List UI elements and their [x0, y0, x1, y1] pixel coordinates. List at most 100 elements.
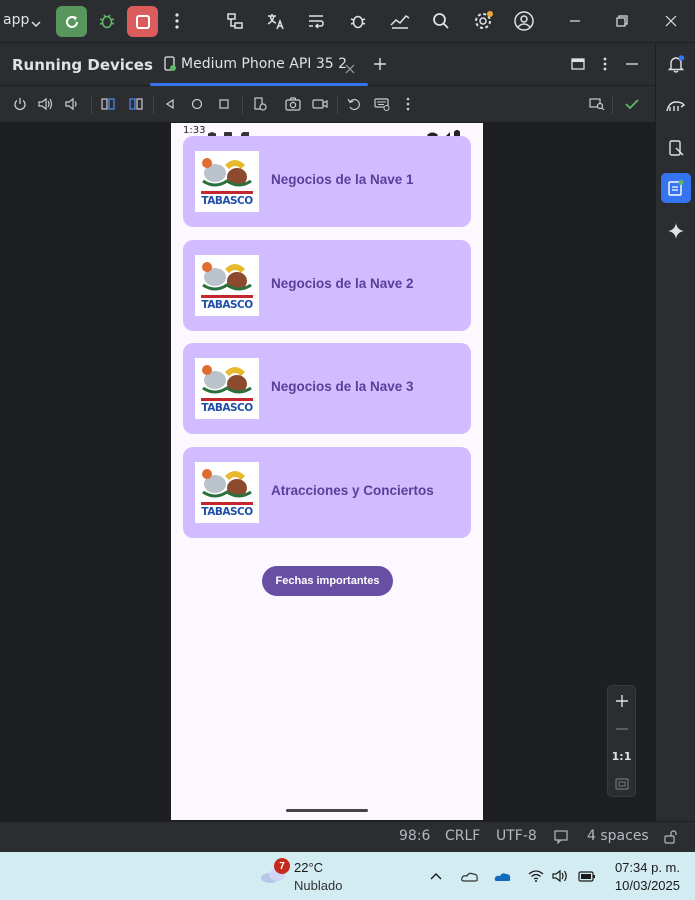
screen-record-button[interactable] [310, 94, 330, 114]
translations-button[interactable] [262, 8, 288, 34]
debug-button[interactable] [94, 8, 120, 34]
device-manager-button[interactable] [663, 135, 689, 161]
rerun-button[interactable] [56, 6, 87, 37]
stop-button[interactable] [127, 6, 158, 37]
card-label: Negocios de la Nave 3 [271, 379, 414, 394]
indent-setting[interactable]: 4 spaces [587, 828, 649, 844]
fechas-importantes-button[interactable]: Fechas importantes [262, 566, 393, 596]
wifi-icon[interactable] [526, 868, 546, 884]
zoom-in-button[interactable] [611, 690, 632, 711]
power-button[interactable] [10, 94, 30, 114]
reset-device-button[interactable] [344, 94, 364, 114]
volume-icon[interactable] [551, 868, 571, 884]
volume-down-button[interactable] [62, 94, 82, 114]
zoom-actual-size-button[interactable]: 1:1 [608, 750, 635, 763]
panel-options-button[interactable] [595, 53, 615, 75]
gemini-button[interactable] [663, 218, 689, 244]
running-devices-button[interactable] [661, 173, 691, 203]
caret-position[interactable]: 98:6 [399, 828, 430, 844]
restore-icon [616, 15, 628, 27]
video-camera-icon [312, 98, 328, 110]
screenshot-button[interactable] [283, 94, 303, 114]
plus-icon [373, 57, 387, 71]
battery-charging-icon[interactable] [576, 868, 598, 884]
toolbar-divider [242, 96, 243, 114]
notifications-button[interactable] [663, 51, 689, 77]
card-label: Negocios de la Nave 1 [271, 172, 414, 187]
minimize-window-button[interactable] [562, 8, 588, 34]
bell-icon [666, 54, 686, 74]
structure-icon [225, 11, 245, 31]
wrap-lines-icon [306, 11, 326, 31]
volume-up-icon [38, 97, 54, 111]
clock-time[interactable]: 07:34 p. m. [598, 860, 680, 875]
card-item[interactable]: TABASCO Negocios de la Nave 3 [183, 343, 471, 434]
clock-date[interactable]: 10/03/2025 [598, 878, 680, 893]
ide-status-bar: 98:6 CRLF UTF-8 4 spaces [0, 821, 695, 852]
keyboard-settings-button[interactable] [372, 94, 392, 114]
add-device-button[interactable] [368, 52, 392, 76]
logo-wordmark: TABASCO [201, 506, 253, 518]
status-time: 1:33 [183, 125, 206, 136]
attach-debugger-button[interactable] [345, 8, 371, 34]
windows-taskbar: 7 22°C Nublado 07:34 p. m. 10/03/2025 [0, 852, 695, 900]
home-button[interactable] [187, 94, 207, 114]
account-button[interactable] [511, 8, 537, 34]
rotate-left-button[interactable] [98, 94, 118, 114]
line-separator[interactable]: CRLF [445, 828, 480, 844]
onedrive-icon[interactable] [492, 868, 514, 884]
zoom-fit-button[interactable] [611, 773, 632, 794]
phone-icon [162, 56, 178, 76]
device-info-button[interactable] [250, 94, 270, 114]
checkmark-icon [625, 98, 639, 110]
format-button[interactable] [303, 8, 329, 34]
logo-wordmark: TABASCO [201, 195, 253, 207]
phone-screen[interactable]: 1:33 TABASCO Negocios de la Nave 1 TABASCO… [171, 123, 483, 820]
card-item[interactable]: TABASCO Negocios de la Nave 1 [183, 136, 471, 227]
card-item[interactable]: TABASCO Negocios de la Nave 2 [183, 240, 471, 331]
mirroring-button[interactable] [587, 94, 607, 114]
gesture-home-bar[interactable] [286, 809, 368, 812]
device-more-button[interactable] [400, 94, 416, 114]
device-manager-icon [667, 139, 685, 157]
hide-panel-button[interactable] [621, 53, 643, 75]
translate-icon [265, 11, 285, 31]
mirror-search-icon [589, 97, 605, 111]
debug-attach-icon [348, 11, 368, 31]
search-button[interactable] [428, 8, 454, 34]
overview-square-icon [218, 98, 230, 110]
overview-button[interactable] [214, 94, 234, 114]
chevron-up-icon[interactable] [428, 868, 444, 884]
minimize-icon [569, 15, 581, 27]
gradle-icon [665, 97, 687, 115]
layout-button[interactable] [567, 53, 589, 75]
home-circle-icon [191, 98, 203, 110]
tab-device-label: Medium Phone API 35 2 [181, 56, 348, 72]
lock-icon[interactable] [662, 828, 680, 846]
window-layout-icon [571, 57, 585, 71]
settings-button[interactable] [470, 8, 496, 34]
zoom-out-button[interactable] [611, 718, 632, 739]
close-tab-icon[interactable] [345, 59, 355, 78]
restore-window-button[interactable] [609, 8, 635, 34]
phone-status-bar: 1:33 [171, 123, 483, 141]
close-window-button[interactable] [658, 8, 684, 34]
temperature: 22°C [294, 860, 324, 875]
more-actions-button[interactable] [166, 8, 188, 34]
inspection-icon[interactable] [552, 828, 570, 846]
volume-up-button[interactable] [36, 94, 56, 114]
card-item[interactable]: TABASCO Atracciones y Conciertos [183, 447, 471, 538]
back-button[interactable] [160, 94, 180, 114]
app-inspection-button[interactable] [663, 93, 689, 119]
file-encoding[interactable]: UTF-8 [496, 828, 537, 844]
profiler-button[interactable] [387, 8, 413, 34]
toolbar-divider [337, 96, 338, 114]
project-structure-button[interactable] [222, 8, 248, 34]
logo-wordmark: TABASCO [201, 402, 253, 414]
sparkle-icon [667, 222, 685, 240]
project-selector[interactable]: app [0, 0, 46, 43]
chevron-down-icon [30, 15, 42, 34]
rotate-right-button[interactable] [126, 94, 146, 114]
onedrive-personal-icon[interactable] [459, 868, 481, 884]
tab-device[interactable]: Medium Phone API 35 2 [150, 43, 368, 86]
